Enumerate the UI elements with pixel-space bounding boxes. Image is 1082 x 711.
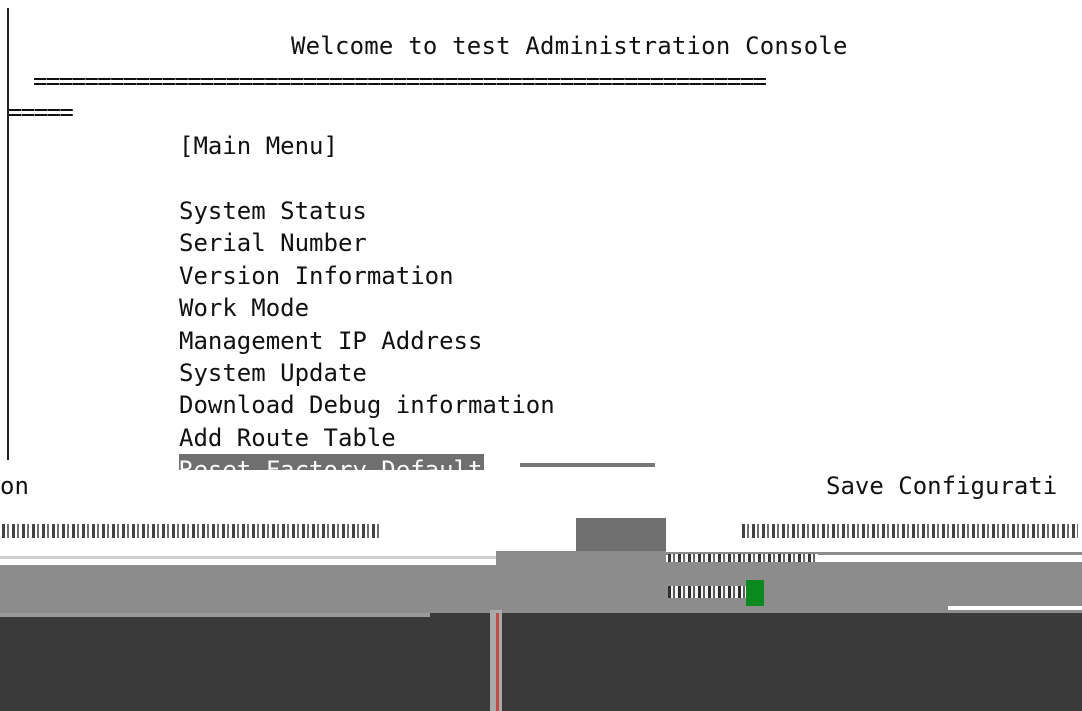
separator-rule-wrap: ===== (8, 98, 74, 126)
menu-item-serial-number[interactable]: Serial Number (179, 227, 555, 259)
menu-item-label: Work Mode (179, 294, 310, 323)
menu-item-label: Add Route Table (179, 423, 396, 452)
menu-item-label: Management IP Address (179, 326, 483, 355)
main-menu-heading: [Main Menu] (179, 132, 338, 160)
console-title: Welcome to test Administration Console (291, 32, 848, 60)
menu-item-version-information[interactable]: Version Information (179, 260, 555, 292)
artifact-line-4 (0, 613, 430, 617)
menu-item-add-route-table[interactable]: Add Route Table (179, 422, 555, 454)
noise-strip-4 (668, 586, 746, 598)
selection-highlight-tail (520, 463, 655, 467)
menu-item-label-selected: Reset Factory Default (179, 454, 485, 470)
main-menu-list: System Status Serial Number Version Info… (179, 195, 555, 470)
menu-item-system-status[interactable]: System Status (179, 195, 555, 227)
artifact-line-1 (0, 556, 496, 559)
fragment-right: Save Configurati (826, 472, 1058, 500)
menu-item-label: System Status (179, 197, 367, 225)
text-cursor-bar (7, 8, 9, 460)
noise-strip-3 (668, 554, 818, 562)
menu-item-management-ip[interactable]: Management IP Address (179, 325, 555, 357)
artifact-dark-band (0, 613, 1082, 711)
menu-item-label: Version Information (179, 261, 454, 290)
menu-item-work-mode[interactable]: Work Mode (179, 292, 555, 324)
menu-item-system-update[interactable]: System Update (179, 357, 555, 389)
terminal-console[interactable]: Welcome to test Administration Console =… (0, 0, 1082, 470)
artifact-white-line (948, 606, 1082, 610)
noise-strip-2 (742, 524, 1078, 538)
menu-item-reset-factory-default[interactable]: Reset Factory Default (179, 454, 555, 470)
menu-item-label: System Update (179, 359, 367, 388)
artifact-block-1 (576, 518, 666, 551)
separator-rule: ========================================… (33, 67, 767, 95)
noise-strip-1 (2, 524, 382, 538)
menu-item-label: Serial Number (179, 229, 367, 258)
menu-item-download-debug[interactable]: Download Debug information (179, 389, 555, 421)
fragment-left: on (0, 472, 29, 500)
artifact-gray-block (496, 551, 666, 613)
artifact-red-line (496, 613, 499, 711)
green-accent-block (746, 580, 764, 606)
menu-item-label: Download Debug information (179, 391, 555, 420)
render-artifact-region: on Save Configurati (0, 470, 1082, 711)
